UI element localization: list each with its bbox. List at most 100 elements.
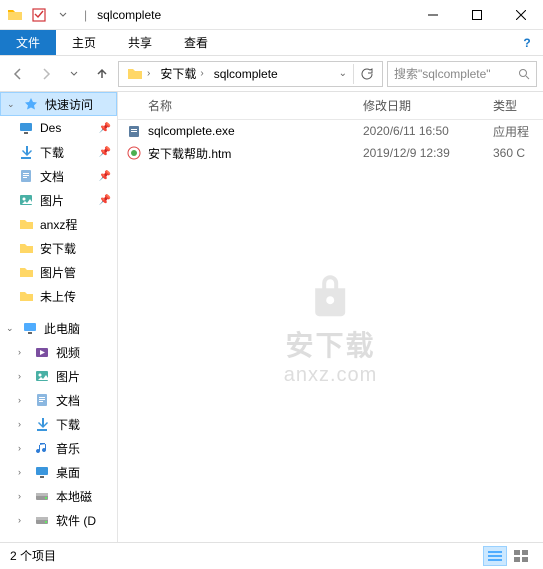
expand-icon: › [18, 371, 28, 381]
breadcrumb-label: sqlcomplete [214, 67, 278, 81]
col-name[interactable]: 名称 [118, 97, 363, 114]
chevron-right-icon: › [200, 68, 203, 79]
file-list-area: 名称 修改日期 类型 sqlcomplete.exe2020/6/11 16:5… [118, 92, 543, 542]
sidebar-item-label: 图片 [40, 192, 64, 209]
sidebar-item[interactable]: ›下载 [0, 412, 117, 436]
folder-icon [18, 216, 34, 232]
tab-file[interactable]: 文件 [0, 30, 56, 55]
status-bar: 2 个项目 [0, 542, 543, 568]
breadcrumb-seg1[interactable]: 安下载 › [156, 65, 207, 82]
col-date[interactable]: 修改日期 [363, 97, 493, 114]
properties-button[interactable] [28, 4, 50, 26]
disk-icon [34, 512, 50, 528]
tab-view[interactable]: 查看 [168, 30, 224, 55]
file-type: 360 C [493, 146, 543, 160]
sidebar-item[interactable]: anxz程 [0, 212, 117, 236]
col-type[interactable]: 类型 [493, 97, 543, 114]
sidebar-item[interactable]: › 视频 [0, 340, 117, 364]
tab-home[interactable]: 主页 [56, 30, 112, 55]
breadcrumb-actions: ⌄ [335, 64, 378, 84]
pic-icon [18, 192, 34, 208]
sidebar-item[interactable]: 未上传 [0, 284, 117, 308]
watermark: 安下载 anxz.com [284, 270, 378, 387]
navigation-pane: ⌄ 快速访问 Des📌下载📌文档📌图片📌anxz程安下载图片管未上传 ⌄ 此电脑… [0, 92, 118, 542]
quick-access-toolbar [0, 4, 78, 26]
download-icon [18, 144, 34, 160]
pc-icon [22, 320, 38, 336]
sidebar-item[interactable]: ›软件 (D [0, 508, 117, 532]
sidebar-item-label: 视频 [56, 344, 80, 361]
file-date: 2019/12/9 12:39 [363, 146, 493, 160]
forward-button[interactable] [34, 62, 58, 86]
file-type: 应用程 [493, 123, 543, 140]
sidebar-item-label: 此电脑 [44, 320, 80, 337]
sidebar-item-label: 音乐 [56, 440, 80, 457]
refresh-button[interactable] [360, 67, 374, 81]
download-icon [34, 416, 50, 432]
sidebar-item[interactable]: ›桌面 [0, 460, 117, 484]
recent-dropdown[interactable] [62, 62, 86, 86]
icons-view-button[interactable] [509, 546, 533, 566]
sidebar-item-label: anxz程 [40, 216, 77, 233]
breadcrumb-root[interactable]: › [123, 67, 154, 81]
video-icon [34, 344, 50, 360]
search-input[interactable]: 搜索"sqlcomplete" [387, 61, 537, 87]
file-row[interactable]: sqlcomplete.exe2020/6/11 16:50应用程 [118, 120, 543, 142]
back-button[interactable] [6, 62, 30, 86]
sidebar-item-label: 安下载 [40, 240, 76, 257]
pin-icon: 📌 [99, 195, 111, 206]
expand-icon: › [18, 515, 28, 525]
folder-icon [18, 264, 34, 280]
window-controls [411, 0, 543, 30]
maximize-button[interactable] [455, 0, 499, 30]
expand-icon: › [18, 443, 28, 453]
sidebar-item-label: 下载 [40, 144, 64, 161]
sidebar-item-label: 图片管 [40, 264, 76, 281]
sidebar-item[interactable]: › 音乐 [0, 436, 117, 460]
sidebar-item-label: 桌面 [56, 464, 80, 481]
sidebar-item-label: 快速访问 [45, 96, 93, 113]
title-separator: | [84, 8, 87, 22]
breadcrumb-bar[interactable]: › 安下载 › sqlcomplete ⌄ [118, 61, 383, 87]
watermark-url: anxz.com [284, 364, 378, 387]
up-button[interactable] [90, 62, 114, 86]
sidebar-item[interactable]: 安下载 [0, 236, 117, 260]
qat-dropdown[interactable] [52, 4, 74, 26]
file-icon [126, 145, 142, 161]
ribbon-expand-button[interactable] [352, 30, 384, 55]
file-name: 安下载帮助.htm [148, 145, 363, 162]
pin-icon: 📌 [99, 123, 111, 134]
sidebar-item[interactable]: ›本地磁 [0, 484, 117, 508]
tab-share[interactable]: 共享 [112, 30, 168, 55]
music-icon [34, 440, 50, 456]
sidebar-item-label: 本地磁 [56, 488, 92, 505]
details-view-button[interactable] [483, 546, 507, 566]
status-count: 2 个项目 [10, 547, 481, 564]
chevron-down-icon[interactable]: ⌄ [339, 68, 347, 79]
breadcrumb-seg2[interactable]: sqlcomplete [210, 67, 282, 81]
pin-icon: 📌 [99, 171, 111, 182]
expand-icon: › [18, 395, 28, 405]
sidebar-item[interactable]: ›文档 [0, 388, 117, 412]
folder-icon [18, 288, 34, 304]
expand-icon: › [18, 419, 28, 429]
sidebar-item[interactable]: 图片管 [0, 260, 117, 284]
breadcrumb-label: 安下载 [160, 65, 196, 82]
minimize-button[interactable] [411, 0, 455, 30]
sidebar-item[interactable]: 下载📌 [0, 140, 117, 164]
sidebar-this-pc[interactable]: ⌄ 此电脑 [0, 316, 117, 340]
sidebar-item-label: 文档 [40, 168, 64, 185]
ribbon-tabs: 文件 主页 共享 查看 ? [0, 30, 543, 56]
sidebar-item[interactable]: Des📌 [0, 116, 117, 140]
expand-icon: › [18, 347, 28, 357]
ribbon-help-button[interactable]: ? [511, 30, 543, 55]
folder-icon [127, 67, 143, 81]
sidebar-item[interactable]: ›图片 [0, 364, 117, 388]
sidebar-quick-access[interactable]: ⌄ 快速访问 [0, 92, 117, 116]
file-row[interactable]: 安下载帮助.htm2019/12/9 12:39360 C [118, 142, 543, 164]
navigation-bar: › 安下载 › sqlcomplete ⌄ 搜索"sqlcomplete" [0, 56, 543, 92]
sidebar-item[interactable]: 文档 📌 [0, 164, 117, 188]
sidebar-item[interactable]: 图片 📌 [0, 188, 117, 212]
close-button[interactable] [499, 0, 543, 30]
star-icon [23, 96, 39, 112]
